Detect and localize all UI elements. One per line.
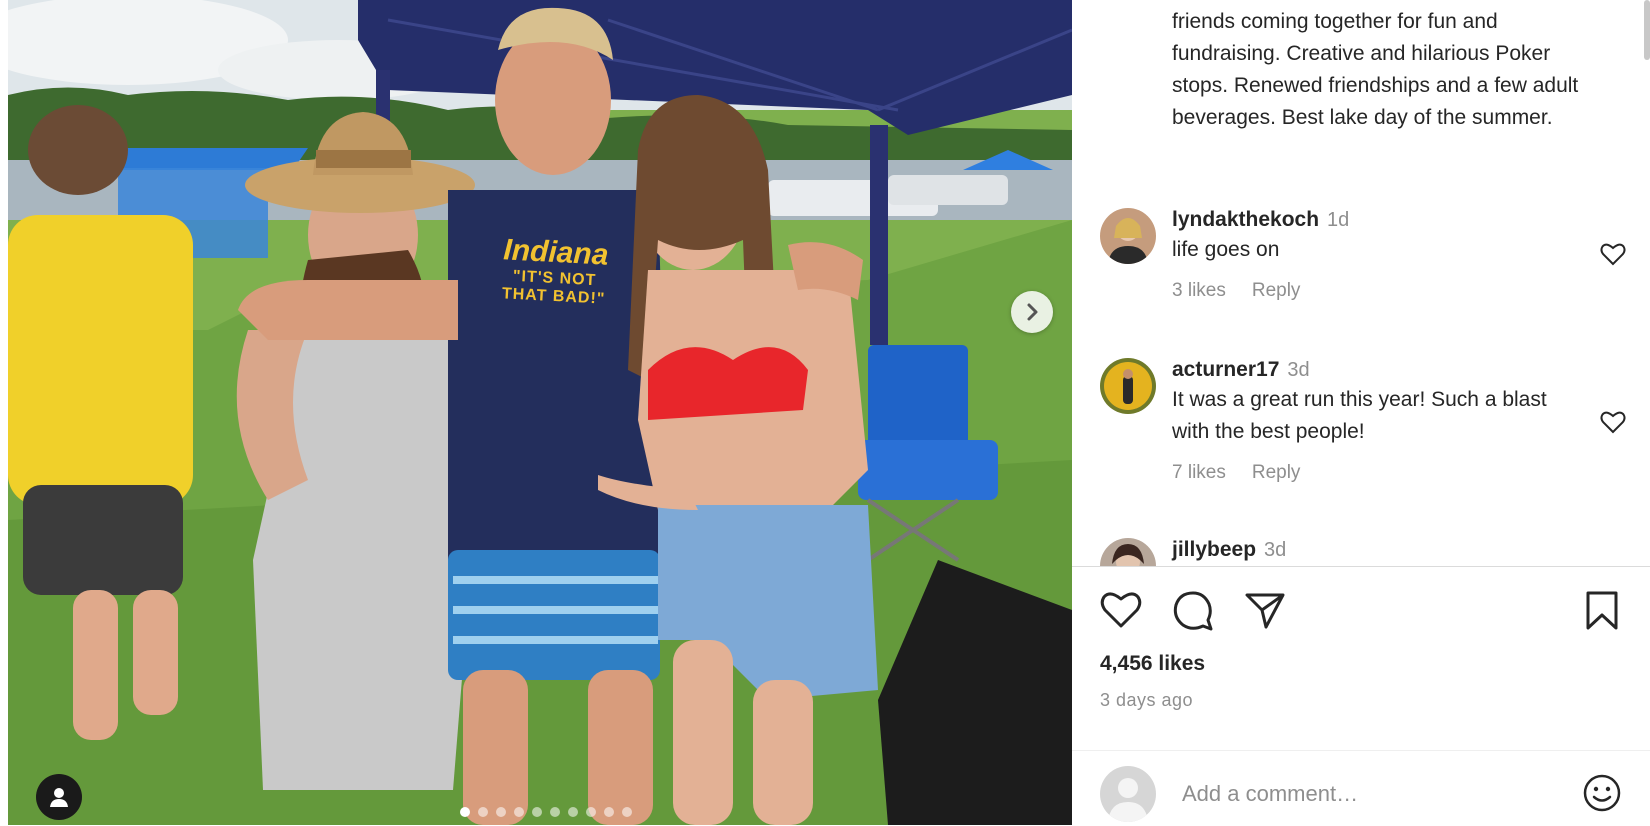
comment-meta: 3 likes Reply — [1172, 280, 1572, 302]
emoji-icon — [1583, 774, 1621, 812]
comment-time[interactable]: 3d — [1264, 539, 1286, 561]
photo-scene — [8, 0, 1072, 825]
carousel-dot — [604, 807, 614, 817]
carousel-dot — [568, 807, 578, 817]
carousel-dot — [622, 807, 632, 817]
avatar[interactable] — [1100, 358, 1156, 414]
carousel-dot — [514, 807, 524, 817]
comment-item: acturner17 3d It was a great run this yea… — [1100, 358, 1626, 498]
carousel-dot — [532, 807, 542, 817]
divider — [1072, 566, 1650, 567]
user-tag-icon — [50, 788, 68, 807]
post-timestamp[interactable]: 3 days ago — [1100, 690, 1193, 711]
avatar — [1100, 766, 1156, 822]
avatar[interactable] — [1100, 538, 1156, 566]
comment-username[interactable]: acturner17 — [1172, 358, 1279, 381]
comment-body: lyndakthekoch 1d life goes on 3 likes Repl… — [1172, 208, 1572, 302]
comment-text: life goes on — [1172, 238, 1280, 261]
comments-list[interactable]: friends coming together for fun and fund… — [1072, 0, 1650, 566]
tagged-users-button[interactable] — [36, 774, 82, 820]
post-side-panel: friends coming together for fun and fund… — [1072, 0, 1650, 825]
scrollbar[interactable] — [1644, 0, 1650, 60]
shirt-text: Indiana "IT'S NOT THAT BAD!" — [468, 232, 641, 311]
add-comment-bar — [1072, 750, 1650, 826]
carousel-dot — [586, 807, 596, 817]
reply-button[interactable]: Reply — [1252, 462, 1301, 483]
emoji-button[interactable] — [1582, 773, 1622, 818]
comment-body: jillybeep 3d — [1172, 538, 1572, 562]
carousel-indicator — [460, 807, 632, 817]
next-photo-button[interactable] — [1011, 291, 1053, 333]
save-button[interactable] — [1584, 590, 1620, 637]
comment-input[interactable] — [1180, 773, 1564, 815]
comment-item: jillybeep 3d — [1100, 538, 1620, 566]
speech-bubble-icon — [1173, 591, 1213, 631]
chevron-right-icon — [1027, 303, 1038, 321]
comment-like-button[interactable] — [1600, 410, 1626, 439]
like-button[interactable] — [1100, 590, 1142, 635]
comment-time[interactable]: 1d — [1327, 209, 1349, 231]
comment-time[interactable]: 3d — [1287, 359, 1309, 381]
carousel-dot — [496, 807, 506, 817]
carousel-dot — [460, 807, 470, 817]
comment-text: It was a great run this year! Such a bla… — [1172, 388, 1547, 443]
comment-like-button[interactable] — [1600, 242, 1626, 271]
comment-body: acturner17 3d It was a great run this yea… — [1172, 358, 1572, 484]
post-caption: friends coming together for fun and fund… — [1172, 10, 1579, 129]
share-button[interactable] — [1244, 590, 1286, 637]
comment-username[interactable]: lyndakthekoch — [1172, 208, 1319, 231]
heart-icon — [1600, 243, 1626, 266]
comment-username[interactable]: jillybeep — [1172, 538, 1256, 561]
comment-button[interactable] — [1172, 590, 1214, 637]
likes-count[interactable]: 4,456 likes — [1100, 652, 1205, 676]
comment-likes[interactable]: 3 likes — [1172, 280, 1226, 301]
reply-button[interactable]: Reply — [1252, 280, 1301, 301]
paper-plane-icon — [1245, 593, 1285, 629]
bookmark-icon — [1586, 591, 1618, 630]
carousel-dot — [478, 807, 488, 817]
carousel-dot — [550, 807, 560, 817]
post-actions — [1100, 590, 1620, 634]
post-photo[interactable]: Indiana "IT'S NOT THAT BAD!" — [8, 0, 1072, 825]
heart-icon — [1100, 592, 1142, 628]
comment-item: lyndakthekoch 1d life goes on 3 likes Repl… — [1100, 208, 1626, 318]
comment-likes[interactable]: 7 likes — [1172, 462, 1226, 483]
comment-meta: 7 likes Reply — [1172, 462, 1572, 484]
heart-icon — [1600, 411, 1626, 434]
avatar[interactable] — [1100, 208, 1156, 264]
